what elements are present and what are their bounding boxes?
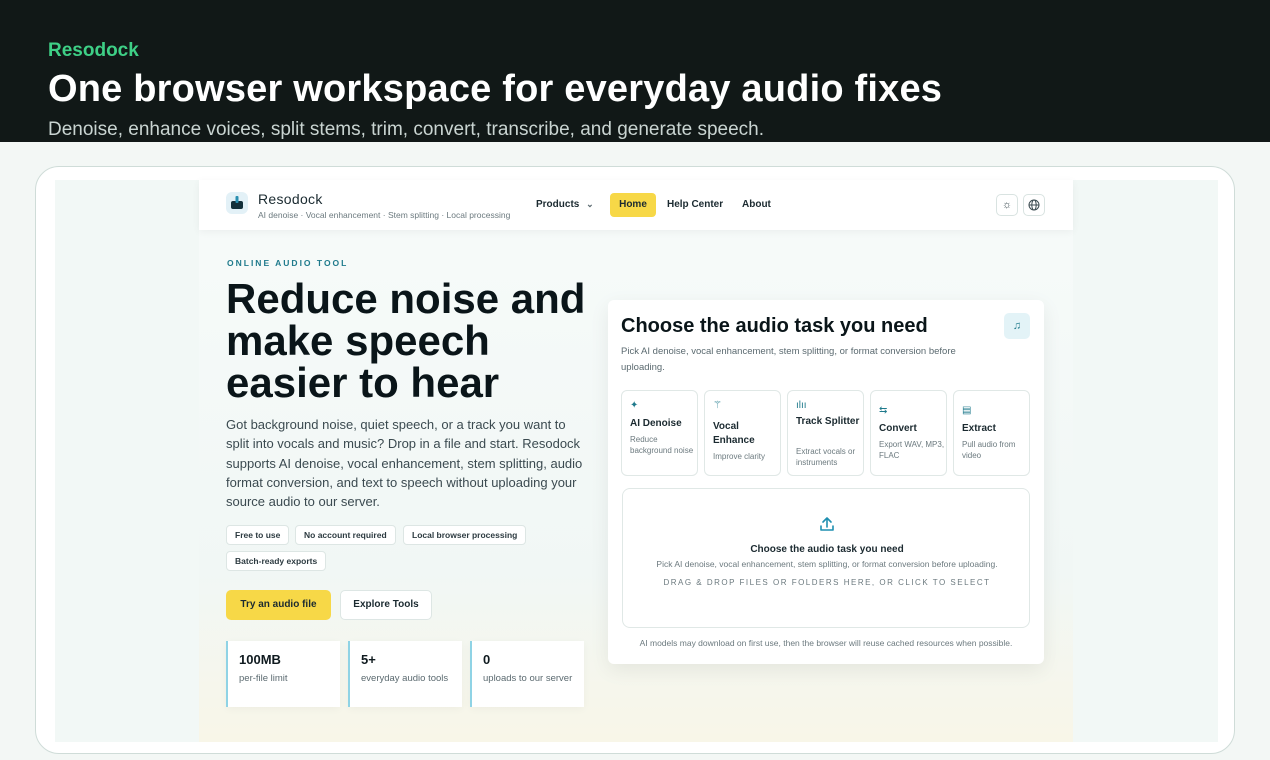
top-nav: Resodock AI denoise · Vocal enhancement …	[199, 180, 1073, 230]
tool-name: Vocal Enhance	[713, 421, 755, 446]
site-name[interactable]: Resodock	[258, 191, 323, 207]
file-drop-zone[interactable]: Choose the audio task you need Pick AI d…	[622, 488, 1030, 628]
hero-banner: Resodock One browser workspace for every…	[0, 0, 1270, 142]
task-card: Choose the audio task you need ♫ Pick AI…	[608, 300, 1044, 664]
upload-icon	[818, 515, 836, 538]
stat-file-limit: 100MB per-file limit	[226, 641, 340, 707]
nav-products-label: Products	[536, 199, 580, 210]
drop-subtitle: Pick AI denoise, vocal enhancement, stem…	[656, 559, 998, 569]
tool-desc: Pull audio from video	[962, 440, 1016, 460]
chevron-down-icon: ⌄	[586, 199, 594, 209]
file-audio-icon: ▤	[962, 405, 972, 416]
tool-vocal-enhance[interactable]: ⚚ Vocal Enhance Improve clarity	[704, 390, 781, 476]
hero-eyebrow: ONLINE AUDIO TOOL	[227, 258, 349, 268]
stat-value: 5+	[361, 652, 376, 667]
chip-no-account: No account required	[295, 525, 396, 545]
nav-about[interactable]: About	[742, 199, 771, 210]
logo-icon[interactable]	[226, 192, 248, 214]
tool-name: AI Denoise	[630, 418, 682, 429]
task-card-title: Choose the audio task you need	[621, 315, 928, 337]
chip-local-processing: Local browser processing	[403, 525, 527, 545]
chip-free: Free to use	[226, 525, 290, 545]
stat-value: 0	[483, 652, 491, 667]
tool-desc: Extract vocals or instruments	[796, 447, 856, 467]
wand-icon: ⚚	[713, 400, 722, 411]
tool-name: Track Splitter	[796, 416, 860, 427]
stat-label: per-file limit	[239, 673, 288, 684]
tool-extract[interactable]: ▤ Extract Pull audio from video	[953, 390, 1030, 476]
tool-name: Convert	[879, 423, 917, 434]
waveform-icon: ılıı	[796, 400, 807, 411]
stat-tools-count: 5+ everyday audio tools	[348, 641, 462, 707]
try-audio-file-button[interactable]: Try an audio file	[226, 590, 331, 620]
drop-hint: DRAG & DROP FILES OR FOLDERS HERE, OR CL…	[663, 578, 991, 587]
tool-desc: Improve clarity	[713, 452, 766, 461]
browser-canvas: Resodock AI denoise · Vocal enhancement …	[55, 180, 1218, 742]
globe-icon[interactable]	[1023, 194, 1045, 216]
nav-help-center[interactable]: Help Center	[667, 199, 723, 210]
tool-desc: Export WAV, MP3, FLAC	[879, 440, 945, 460]
tool-desc: Reduce background noise	[630, 435, 694, 455]
tool-track-splitter[interactable]: ılıı Track Splitter Extract vocals or in…	[787, 390, 864, 476]
stat-label: everyday audio tools	[361, 673, 449, 684]
sun-icon[interactable]: ☼	[996, 194, 1018, 216]
banner-subheadline: Denoise, enhance voices, split stems, tr…	[48, 119, 765, 140]
banner-headline: One browser workspace for everyday audio…	[48, 68, 943, 110]
drop-title: Choose the audio task you need	[750, 544, 904, 555]
hero-description: Got background noise, quiet speech, or a…	[226, 417, 583, 510]
stat-label: uploads to our server	[483, 673, 573, 684]
hero-title: Reduce noise and make speech easier to h…	[226, 275, 586, 406]
chip-batch-exports: Batch-ready exports	[226, 551, 327, 571]
tool-ai-denoise[interactable]: ✦ AI Denoise Reduce background noise	[621, 390, 698, 476]
stat-value: 100MB	[239, 652, 281, 667]
tool-convert[interactable]: ⇆ Convert Export WAV, MP3, FLAC	[870, 390, 947, 476]
task-card-subtitle: Pick AI denoise, vocal enhancement, stem…	[621, 346, 956, 373]
file-audio-icon: ♫	[1004, 313, 1030, 339]
tool-name: Extract	[962, 423, 996, 434]
swap-icon: ⇆	[879, 405, 888, 416]
screenshot-frame: Resodock AI denoise · Vocal enhancement …	[35, 166, 1235, 754]
task-card-footnote: AI models may download on first use, the…	[639, 638, 1013, 648]
stat-uploads: 0 uploads to our server	[470, 641, 584, 707]
nav-home[interactable]: Home	[610, 193, 656, 217]
explore-tools-button[interactable]: Explore Tools	[340, 590, 432, 620]
site-tagline: AI denoise · Vocal enhancement · Stem sp…	[258, 210, 511, 220]
website: Resodock AI denoise · Vocal enhancement …	[199, 180, 1073, 742]
sparkles-icon: ✦	[630, 400, 639, 411]
banner-brand: Resodock	[48, 40, 139, 61]
nav-products[interactable]: Products ⌄	[536, 199, 594, 210]
